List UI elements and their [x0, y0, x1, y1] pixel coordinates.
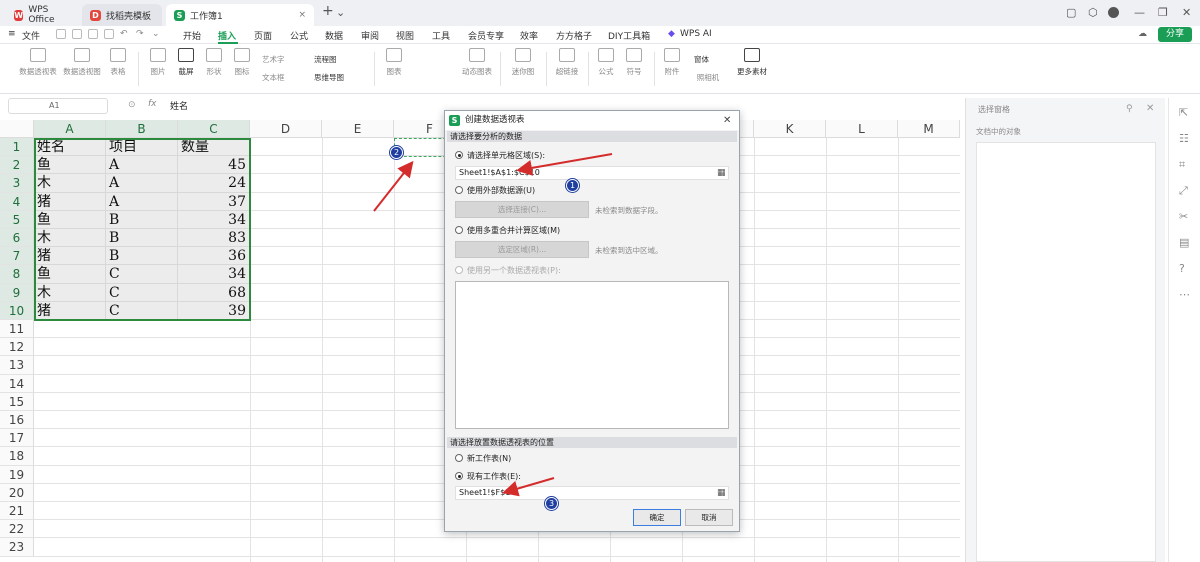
arrow-to-target-cell — [373, 160, 414, 212]
annotation-arrows — [373, 153, 613, 497]
step-badge-1: 1 — [566, 179, 579, 192]
arrow-to-location-input — [502, 477, 555, 497]
step-badge-3: 3 — [545, 497, 558, 510]
arrow-to-range-input — [516, 153, 613, 176]
step-badge-2: 2 — [390, 146, 403, 159]
